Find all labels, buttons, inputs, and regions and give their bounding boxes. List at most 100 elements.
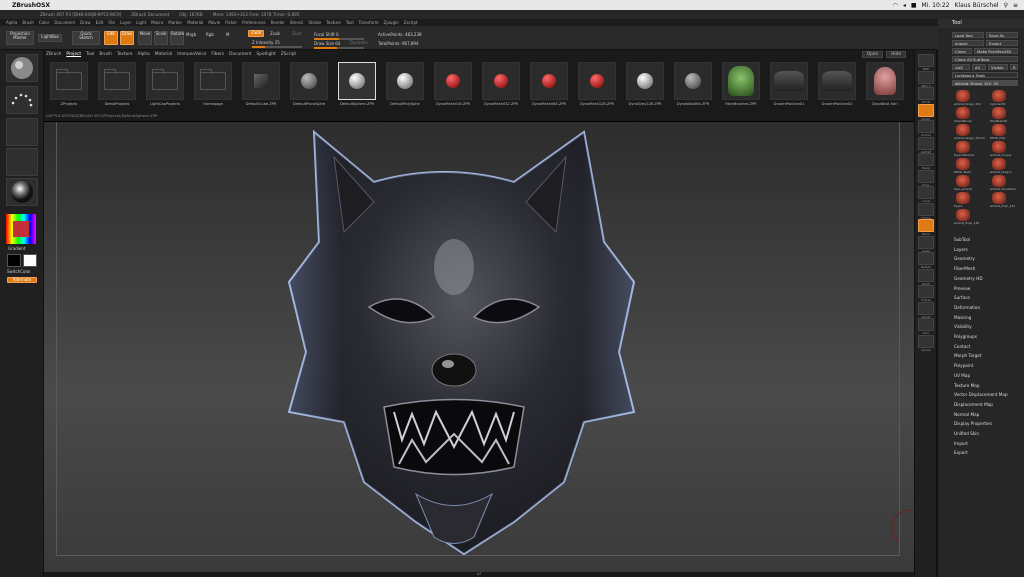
tool-thumb[interactable] <box>992 175 1006 187</box>
lightbox-tab-alpha[interactable]: Alpha <box>138 52 150 57</box>
subpalette-export[interactable]: Export <box>954 450 968 455</box>
alternate-button[interactable]: Alternate <box>7 277 37 283</box>
right-shelf-xpose-button[interactable] <box>918 334 934 348</box>
lightbox-tab-document[interactable]: Document <box>229 52 251 57</box>
subpalette-normal-map[interactable]: Normal Map <box>954 412 979 417</box>
color-picker[interactable] <box>6 214 36 244</box>
subpalette-subtool[interactable]: SubTool <box>954 237 970 242</box>
tool-thumb[interactable] <box>956 141 970 153</box>
z-intensity-slider[interactable] <box>252 46 302 48</box>
subpalette-uv-map[interactable]: UV Map <box>954 373 970 378</box>
lightbox-tab-material[interactable]: Material <box>155 52 172 57</box>
tool-thumb[interactable] <box>956 209 970 221</box>
right-shelf-ghost-button[interactable] <box>918 301 934 315</box>
export-button[interactable]: Export <box>986 40 1018 46</box>
goz-all-button[interactable]: All <box>972 64 986 70</box>
load-tool-button[interactable]: Load Tool <box>952 32 984 38</box>
focal-shift-label[interactable]: Focal Shift 0 <box>314 32 339 37</box>
brush-slot[interactable] <box>6 54 38 82</box>
subpalette-import[interactable]: Import <box>954 441 968 446</box>
main-color-swatch[interactable] <box>7 254 21 267</box>
lightbox-open-button[interactable]: Open <box>861 51 884 58</box>
subpalette-polygroups[interactable]: Polygroups <box>954 334 977 339</box>
subpalette-fibermesh[interactable]: FiberMesh <box>954 266 975 271</box>
menu-tool[interactable]: Tool <box>346 20 354 25</box>
subpalette-geometry[interactable]: Geometry <box>954 256 975 261</box>
app-name[interactable]: ZBrushOSX <box>12 2 50 9</box>
switch-color-button[interactable]: SwitchColor <box>7 269 31 274</box>
document-canvas[interactable] <box>44 122 924 572</box>
subpalette-visibility[interactable]: Visibility <box>954 324 972 329</box>
save-as-button[interactable]: Save As <box>986 32 1018 38</box>
material-slot[interactable] <box>6 178 38 206</box>
menu-preferences[interactable]: Preferences <box>242 20 266 25</box>
volume-icon[interactable]: ◂ <box>903 2 906 9</box>
menu-movie[interactable]: Movie <box>208 20 220 25</box>
menu-document[interactable]: Document <box>54 20 75 25</box>
m-button[interactable]: M <box>226 32 229 37</box>
tool-thumb[interactable] <box>992 90 1006 102</box>
lightbox-thumb[interactable]: FiberBrushes.ZPR <box>720 62 762 112</box>
z-intensity-label[interactable]: Z Intensity 25 <box>252 40 280 45</box>
lightbox-thumb[interactable]: DemoProjects <box>96 62 138 112</box>
rotate-button[interactable]: Rotate <box>170 31 184 45</box>
lightbox-tab-immunevoice[interactable]: ImmuneVoice <box>177 52 206 57</box>
subpalette-preview[interactable]: Preview <box>954 286 970 291</box>
subpalette-layers[interactable]: Layers <box>954 247 968 252</box>
lightbox-thumb[interactable]: DynaMesh032.ZPR <box>480 62 522 112</box>
lightbox-thumb[interactable]: LightCapProjects <box>144 62 186 112</box>
right-shelf-aahalf-button[interactable] <box>918 136 934 150</box>
zcut-button[interactable]: Zcut <box>292 31 301 36</box>
subpalette-displacement-map[interactable]: Displacement Map <box>954 402 993 407</box>
lightbox-thumb[interactable]: ZProjects <box>48 62 90 112</box>
goz-r-button[interactable]: R <box>1010 64 1018 70</box>
draw-size-label[interactable]: Draw Size 64 <box>314 41 340 46</box>
menu-stencil[interactable]: Stencil <box>290 20 304 25</box>
subpalette-deformation[interactable]: Deformation <box>954 305 980 310</box>
projection-master-button[interactable]: Projection Master <box>6 31 34 45</box>
tool-thumb[interactable] <box>992 107 1006 119</box>
tool-thumb[interactable] <box>956 175 970 187</box>
wifi-icon[interactable]: ◠ <box>893 2 898 9</box>
lightbox-tab-fibers[interactable]: Fibers <box>211 52 224 57</box>
rgb-button[interactable]: Rgb <box>206 32 214 37</box>
goz-visible-button[interactable]: Visible <box>988 64 1008 70</box>
subpalette-masking[interactable]: Masking <box>954 315 971 320</box>
right-shelf-zoom-button[interactable] <box>918 103 934 117</box>
menu-zplugin[interactable]: Zplugin <box>384 20 399 25</box>
current-tool-slider[interactable]: wildcat_Drago_152. 50 <box>952 80 1018 86</box>
tool-thumb[interactable] <box>992 158 1006 170</box>
tool-thumb[interactable] <box>956 192 970 204</box>
alpha-slot[interactable] <box>6 118 38 146</box>
user-name[interactable]: Klaus Bürschel <box>954 2 998 9</box>
right-shelf-polyf-button[interactable] <box>918 268 934 282</box>
make-polymesh-button[interactable]: Make PolyMesh3D <box>974 48 1018 54</box>
import-button[interactable]: Import <box>952 40 984 46</box>
right-shelf-spix-3-button[interactable] <box>918 70 934 84</box>
lightbox-button[interactable]: LightBox <box>38 34 62 42</box>
right-shelf-local-button[interactable] <box>918 186 934 199</box>
menu-file[interactable]: File <box>108 20 115 25</box>
lightbox-thumb[interactable]: Homepage <box>192 62 234 112</box>
subpalette-surface[interactable]: Surface <box>954 295 970 300</box>
lightbox-tab-texture[interactable]: Texture <box>117 52 133 57</box>
menu-light[interactable]: Light <box>136 20 146 25</box>
clock[interactable]: Mi. 10:22 <box>922 2 950 9</box>
menu-material[interactable]: Material <box>187 20 203 25</box>
lightbox-thumb[interactable]: DefaultPlaneSphe <box>288 62 330 112</box>
subpalette-texture-map[interactable]: Texture Map <box>954 383 980 388</box>
texture-slot[interactable] <box>6 148 38 176</box>
tool-thumb[interactable] <box>992 124 1006 136</box>
tool-palette-header[interactable]: Tool <box>938 19 1024 28</box>
menu-marker[interactable]: Marker <box>168 20 182 25</box>
right-shelf-scroll-button[interactable] <box>918 87 934 100</box>
draw-size-slider[interactable] <box>314 47 364 49</box>
tool-thumb[interactable] <box>956 158 970 170</box>
stroke-slot[interactable] <box>6 86 38 114</box>
menu-picker[interactable]: Picker <box>225 20 237 25</box>
menu-alpha[interactable]: Alpha <box>6 20 17 25</box>
lightbox-thumb[interactable]: DefaultPolySphe <box>384 62 426 112</box>
right-shelf-solo-button[interactable] <box>918 318 934 331</box>
wolf-head-model[interactable] <box>44 122 914 572</box>
right-shelf-actual-button[interactable] <box>918 120 934 133</box>
